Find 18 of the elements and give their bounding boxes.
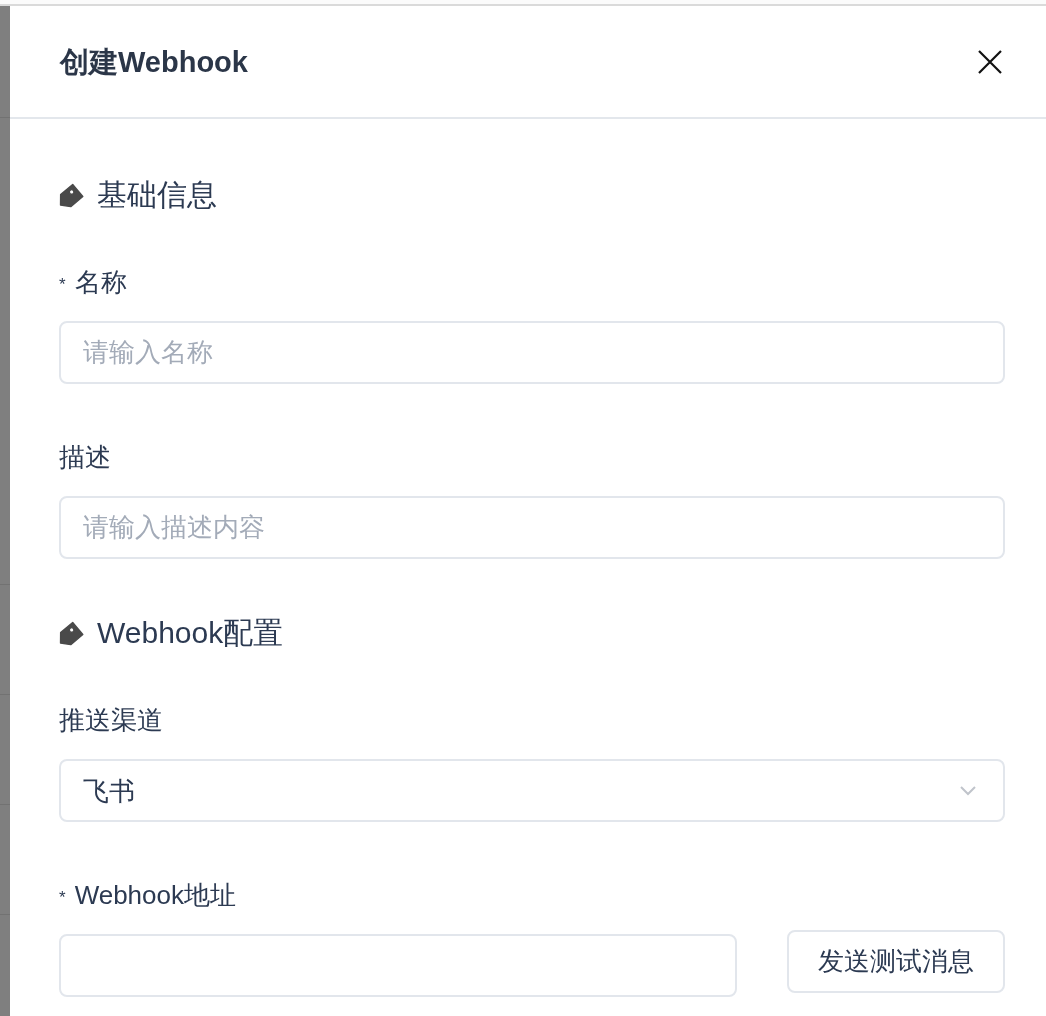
- section-heading: Webhook配置: [97, 615, 284, 651]
- field-label: 推送渠道: [59, 704, 163, 737]
- tag-icon: [59, 182, 84, 208]
- text-input-field[interactable]: 请输入描述内容: [59, 496, 1005, 559]
- section-heading: 基础信息: [97, 177, 217, 213]
- tag-icon: [59, 620, 84, 646]
- close-icon: [978, 49, 1002, 74]
- drawer-title: 创建Webhook: [60, 44, 248, 80]
- required-mark: *: [59, 887, 66, 908]
- field-label: 名称: [74, 266, 127, 299]
- chevron-down-icon: [960, 785, 976, 796]
- url-input-field[interactable]: [59, 934, 737, 997]
- send-test-button[interactable]: 发送测试消息: [787, 930, 1005, 993]
- text-input-field[interactable]: 请输入名称: [59, 321, 1005, 384]
- field-label: Webhook地址: [74, 879, 236, 912]
- field-label: 描述: [59, 441, 111, 474]
- required-mark: *: [59, 274, 66, 295]
- select-field[interactable]: 飞书: [59, 759, 1005, 822]
